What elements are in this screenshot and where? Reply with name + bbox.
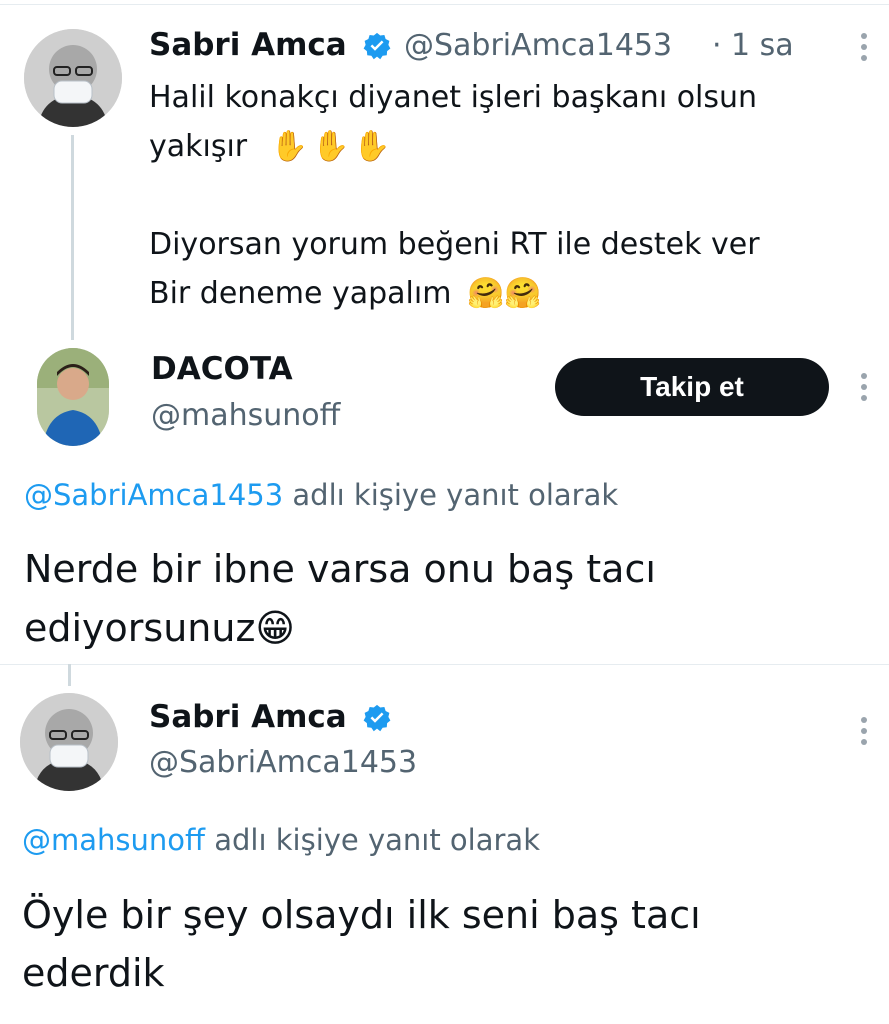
tweet-text-line-2-text: yakışır (149, 129, 248, 164)
grinning-face-emoji-icon: 😁 (255, 606, 296, 650)
replying-to-suffix: adlı kişiye yanıt olarak (205, 823, 540, 857)
tweet-text-line-4: Diyorsan yorum beğeni RT ile destek ver (149, 227, 760, 262)
verified-badge-icon (363, 704, 391, 732)
follow-button[interactable]: Takip et (555, 358, 829, 416)
author-handle[interactable]: @mahsunoff (151, 398, 340, 433)
hugging-face-emoji-icon: 🤗🤗 (466, 276, 542, 311)
thread-connector-line (68, 664, 71, 686)
avatar-image (37, 348, 109, 446)
top-divider (0, 4, 889, 5)
author-name[interactable]: DACOTA (151, 351, 293, 387)
separator-dot: · (712, 28, 722, 63)
author-name[interactable]: Sabri Amca (149, 27, 347, 63)
avatar-dacota[interactable] (37, 348, 109, 446)
replying-to-mention[interactable]: @mahsunoff (22, 823, 205, 857)
reply-text-line-2: ediyorsunuz😁 (24, 599, 295, 657)
avatar-image (20, 693, 118, 791)
tweet-text-line-5: Bir deneme yapalım 🤗🤗 (149, 271, 542, 317)
tweet-text-line-1: Halil konakçı diyanet işleri başkanı ols… (149, 80, 758, 115)
replying-to: @SabriAmca1453 adlı kişiye yanıt olarak (24, 478, 618, 512)
tweet-divider (0, 664, 889, 665)
avatar-sabri-amca[interactable] (24, 29, 122, 127)
more-options-icon[interactable] (854, 373, 874, 401)
replying-to: @mahsunoff adlı kişiye yanıt olarak (22, 823, 540, 857)
raised-hand-emoji-icon: ✋✋✋ (270, 129, 395, 164)
reply-text-line-1: Öyle bir şey olsaydı ilk seni baş tacı (22, 893, 701, 937)
author-handle[interactable]: @SabriAmca1453 (149, 745, 417, 780)
reply-text-line-2-text: ediyorsunuz (24, 606, 256, 650)
author-name[interactable]: Sabri Amca (149, 699, 347, 735)
reply-text-line-2: ederdik (22, 951, 165, 995)
avatar-image (24, 29, 122, 127)
replying-to-suffix: adlı kişiye yanıt olarak (283, 478, 619, 512)
replying-to-mention[interactable]: @SabriAmca1453 (24, 478, 283, 512)
reply-text-line-1: Nerde bir ibne varsa onu baş tacı (24, 547, 656, 591)
verified-badge-icon (363, 32, 391, 60)
author-handle[interactable]: @SabriAmca1453 (404, 28, 672, 63)
tweet-text-line-2: yakışır ✋✋✋ (149, 124, 395, 170)
more-options-icon[interactable] (854, 33, 874, 61)
thread-connector-line (71, 135, 74, 340)
more-options-icon[interactable] (854, 717, 874, 745)
avatar-sabri-amca[interactable] (20, 693, 118, 791)
timestamp[interactable]: 1 sa (731, 28, 794, 63)
tweet-text-line-5-text: Bir deneme yapalım (149, 276, 452, 311)
